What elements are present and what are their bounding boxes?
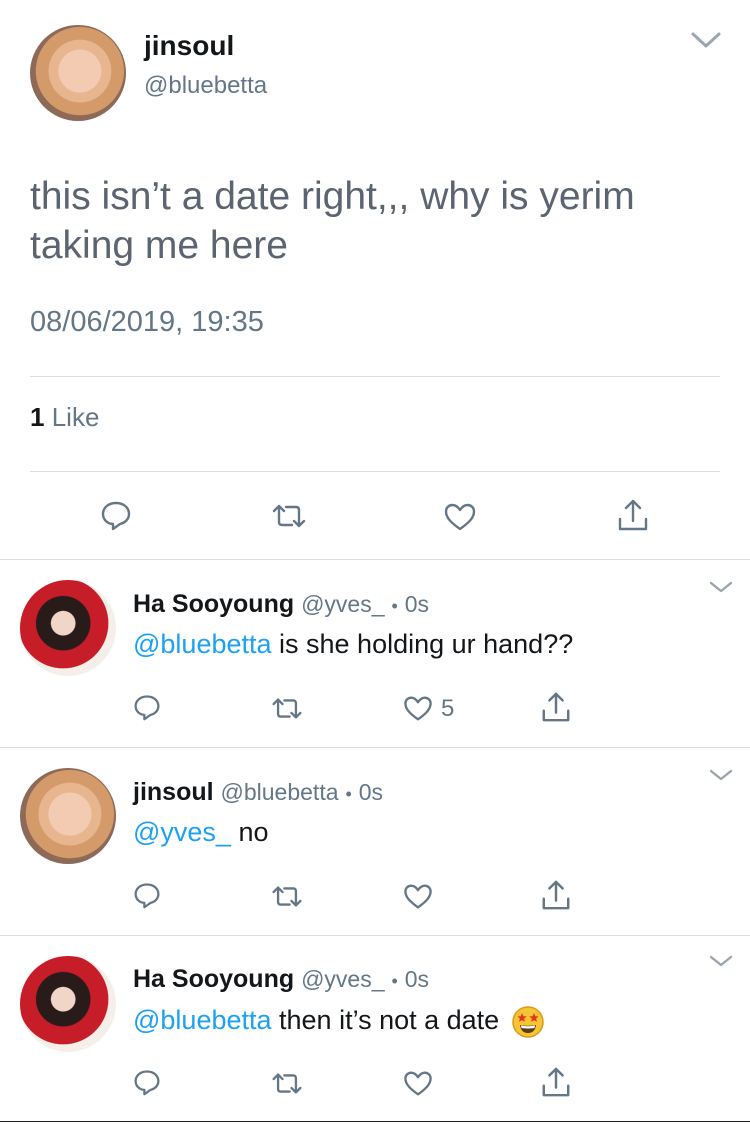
share-icon[interactable] <box>540 878 572 912</box>
reply-time: 0s <box>404 591 430 617</box>
reply-header: jinsoul @bluebetta • 0s <box>133 778 383 807</box>
reply-icon[interactable] <box>133 1068 161 1096</box>
reply-body: then it’s not a date <box>271 1005 500 1036</box>
separator-dot: • <box>391 596 398 616</box>
share-icon[interactable] <box>616 497 650 533</box>
reply-tweet[interactable]: Ha Sooyoung @yves_ • 0s @bluebetta is sh… <box>0 560 750 747</box>
avatar[interactable] <box>20 580 116 676</box>
reply-icon[interactable] <box>133 693 161 721</box>
star-struck-emoji-icon <box>511 1005 545 1039</box>
author-handle[interactable]: @bluebetta <box>144 72 267 100</box>
reply-text: @bluebetta then it’s not a date <box>133 1005 545 1039</box>
divider <box>30 376 720 377</box>
author-handle[interactable]: @bluebetta <box>221 779 339 805</box>
mention-link[interactable]: @bluebetta <box>133 629 272 659</box>
share-icon[interactable] <box>540 1065 572 1099</box>
like-icon[interactable] <box>403 883 433 910</box>
likes-label: Like <box>51 402 100 432</box>
tweet-text: this isn’t a date right,,, why is yerim … <box>30 175 635 267</box>
reply-body: is she holding ur hand?? <box>271 629 574 659</box>
like-icon[interactable] <box>403 695 433 722</box>
mention-link[interactable]: @bluebetta <box>133 1005 272 1035</box>
author-name[interactable]: jinsoul <box>144 30 234 62</box>
separator-dot: • <box>391 971 398 991</box>
avatar[interactable] <box>20 768 116 864</box>
author-handle[interactable]: @yves_ <box>301 966 384 992</box>
chevron-down-icon[interactable] <box>708 954 734 968</box>
likes-count: 1 <box>30 402 45 432</box>
avatar[interactable] <box>30 25 126 121</box>
chevron-down-icon[interactable] <box>690 30 722 50</box>
like-icon[interactable] <box>444 502 476 532</box>
reply-icon[interactable] <box>133 881 161 909</box>
author-name[interactable]: Ha Sooyoung <box>133 965 294 993</box>
reply-tweet[interactable]: Ha Sooyoung @yves_ • 0s @bluebetta then … <box>0 936 750 1122</box>
reply-text: @bluebetta is she holding ur hand?? <box>133 629 573 660</box>
reply-header: Ha Sooyoung @yves_ • 0s <box>133 965 429 994</box>
retweet-icon[interactable] <box>270 884 304 909</box>
author-name[interactable]: Ha Sooyoung <box>133 590 294 618</box>
retweet-icon[interactable] <box>270 502 308 530</box>
divider <box>0 1121 750 1122</box>
chevron-down-icon[interactable] <box>708 768 734 782</box>
retweet-icon[interactable] <box>270 1071 304 1096</box>
like-icon[interactable] <box>403 1070 433 1097</box>
author-handle[interactable]: @yves_ <box>301 591 384 617</box>
likes-stat[interactable]: 1 Like <box>30 402 99 433</box>
retweet-icon[interactable] <box>270 696 304 721</box>
reply-tweet[interactable]: jinsoul @bluebetta • 0s @yves_ no <box>0 748 750 935</box>
separator-dot: • <box>345 784 352 804</box>
divider <box>30 471 720 472</box>
share-icon[interactable] <box>540 690 572 724</box>
like-count: 5 <box>441 695 455 722</box>
reply-time: 0s <box>358 779 384 805</box>
reply-header: Ha Sooyoung @yves_ • 0s <box>133 590 429 619</box>
author-name[interactable]: jinsoul <box>133 778 214 806</box>
avatar[interactable] <box>20 956 116 1052</box>
chevron-down-icon[interactable] <box>708 580 734 594</box>
reply-time: 0s <box>404 966 430 992</box>
mention-link[interactable]: @yves_ <box>133 817 231 847</box>
tweet-timestamp: 08/06/2019, 19:35 <box>30 306 264 338</box>
reply-text: @yves_ no <box>133 817 269 848</box>
reply-icon[interactable] <box>100 499 132 531</box>
reply-body: no <box>230 817 269 847</box>
